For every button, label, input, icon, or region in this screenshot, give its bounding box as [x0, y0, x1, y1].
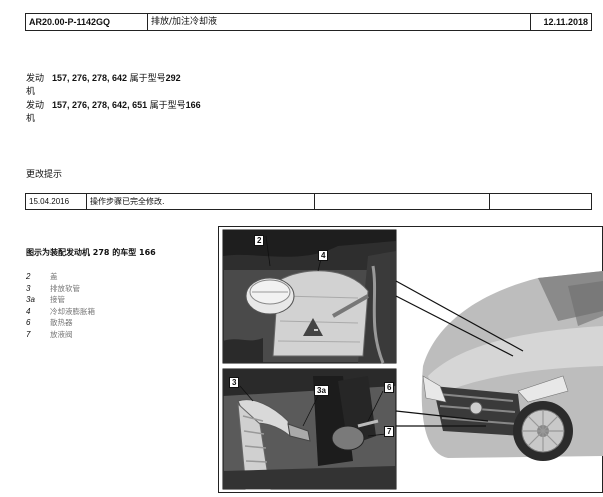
engine-model: 292	[165, 73, 181, 83]
engine-label-line2: 机	[26, 114, 36, 124]
callout-3a: 3a	[314, 385, 329, 396]
figure-caption: 图示为装配发动机 278 的车型 166	[26, 248, 156, 257]
engine-bay-figure: 2 4 3 3a 6 7	[218, 226, 603, 493]
photo-expansion-tank	[222, 229, 397, 364]
callout-7: 7	[384, 426, 395, 437]
legend-key: 2	[26, 272, 31, 281]
doc-date: 12.11.2018	[543, 17, 588, 27]
legend-label: 排放软管	[50, 283, 80, 293]
photo-drain-hose	[222, 368, 397, 490]
callout-3: 3	[229, 377, 240, 388]
change-notes-table: 15.04.2016 操作步骤已完全修改.	[25, 193, 592, 210]
legend-key: 7	[26, 329, 31, 339]
figure-illustration	[218, 226, 603, 493]
legend-key: 3	[26, 283, 31, 293]
callout-6: 6	[384, 382, 395, 393]
engine-suffix: 属于型号	[129, 74, 166, 84]
change-note: 操作步骤已完全修改.	[87, 194, 315, 209]
engine-line-2: 发动 157, 276, 278, 642, 651 属于型号166 机	[26, 99, 201, 126]
document-header: AR20.00-P-1142GQ 排放/加注冷却液 12.11.2018	[25, 13, 592, 31]
legend-item: 7 放液阀	[26, 329, 95, 341]
engine-suffix: 属于型号	[149, 101, 186, 111]
change-extra-1	[315, 194, 490, 209]
legend-key: 4	[26, 306, 31, 316]
change-notes-heading: 更改提示	[26, 170, 63, 180]
legend-item: 3 排放软管	[26, 283, 95, 295]
doc-title: 排放/加注冷却液	[148, 14, 531, 30]
doc-number: AR20.00-P-1142GQ	[26, 14, 148, 30]
legend-item: 3a 接管	[26, 294, 95, 306]
callout-4: 4	[318, 250, 329, 261]
engine-numbers: 157, 276, 278, 642	[52, 73, 128, 83]
callout-2: 2	[254, 235, 265, 246]
engine-numbers: 157, 276, 278, 642, 651	[52, 100, 148, 110]
figure-legend: 2盖 3 排放软管 3a 接管 4 冷却液膨胀箱 6 散热器 7 放液阀	[26, 271, 95, 340]
legend-label: 放液阀	[50, 329, 73, 339]
change-extra-2	[490, 194, 591, 209]
engine-label-line2: 机	[26, 87, 36, 97]
engine-label: 发动	[26, 101, 45, 111]
legend-label: 冷却液膨胀箱	[50, 306, 95, 316]
legend-item: 2盖	[26, 271, 95, 283]
legend-item: 4 冷却液膨胀箱	[26, 306, 95, 318]
engine-label: 发动	[26, 74, 45, 84]
engine-line-1: 发动 157, 276, 278, 642 属于型号292 机	[26, 72, 181, 99]
legend-key: 6	[26, 318, 31, 327]
change-date: 15.04.2016	[26, 194, 87, 209]
legend-key: 3a	[26, 295, 35, 304]
engine-model: 166	[185, 100, 201, 110]
legend-item: 6 散热器	[26, 317, 95, 329]
legend-label: 接管	[50, 295, 65, 304]
legend-label: 散热器	[50, 318, 73, 327]
legend-label: 盖	[50, 272, 58, 281]
